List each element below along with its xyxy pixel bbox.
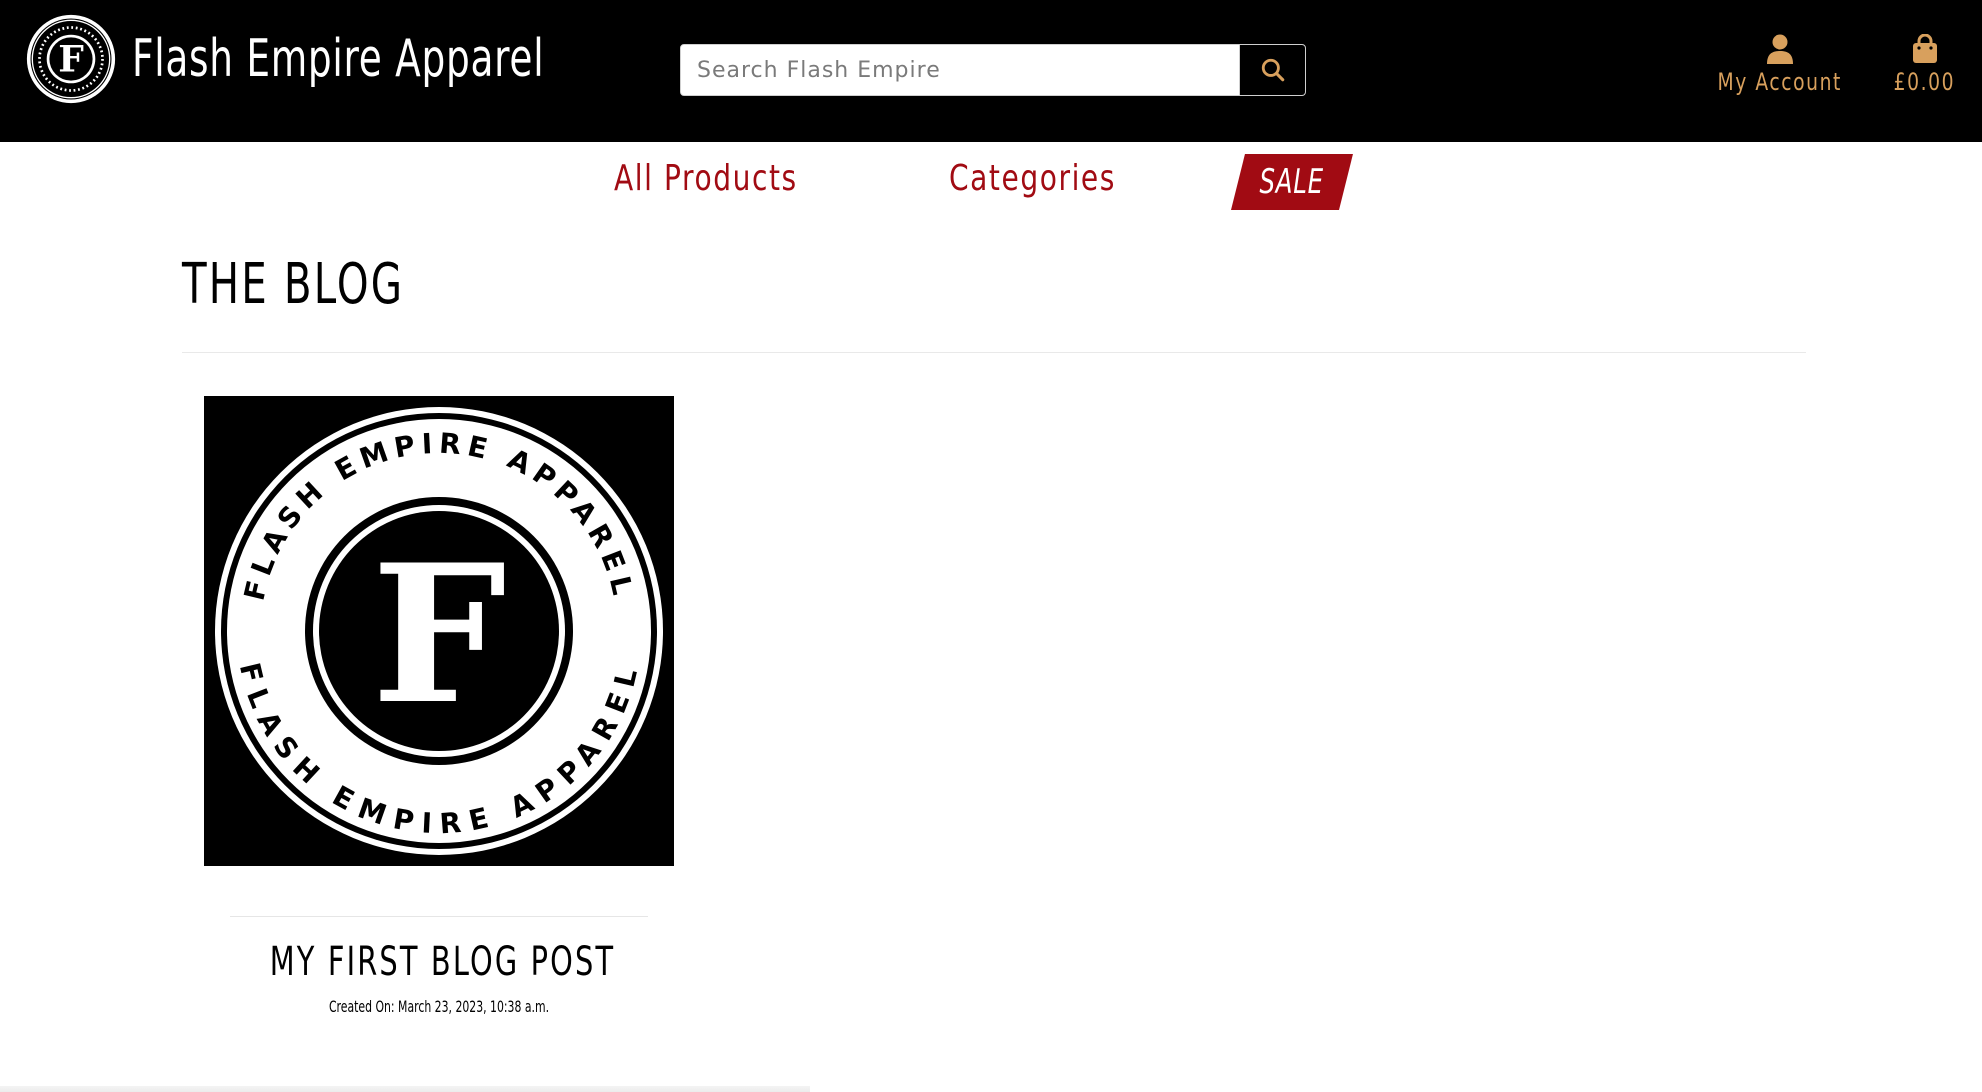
shopping-bag-icon bbox=[1912, 34, 1937, 63]
nav-sale-label: SALE bbox=[1259, 162, 1325, 202]
user-icon bbox=[1766, 34, 1793, 64]
search-input[interactable] bbox=[681, 45, 1239, 95]
blog-post-image-link[interactable]: FLASH EMPIRE APPAREL FLASH EMPIRE APPARE… bbox=[204, 396, 674, 866]
bag-total: £0.00 bbox=[1893, 68, 1956, 96]
blog-post-card: FLASH EMPIRE APPAREL FLASH EMPIRE APPARE… bbox=[204, 396, 674, 1016]
flash-empire-seal-logo-icon: F bbox=[26, 14, 116, 104]
brand-name: Flash Empire Apparel bbox=[132, 29, 545, 89]
main-nav: All Products Categories SALE bbox=[0, 142, 1982, 222]
search-icon bbox=[1261, 58, 1284, 82]
header-actions: My Account £0.00 bbox=[1700, 34, 1964, 96]
nav-sale[interactable]: SALE bbox=[1231, 154, 1353, 210]
flash-empire-apparel-logo-icon: FLASH EMPIRE APPAREL FLASH EMPIRE APPARE… bbox=[204, 396, 674, 866]
svg-text:F: F bbox=[58, 39, 84, 81]
blog-post-title[interactable]: MY FIRST BLOG POST bbox=[270, 939, 613, 985]
search-form bbox=[680, 44, 1306, 96]
my-account-label: My Account bbox=[1717, 68, 1842, 96]
divider bbox=[230, 916, 648, 917]
page-title: THE BLOG bbox=[182, 252, 405, 317]
brand-home-link[interactable]: F Flash Empire Apparel bbox=[26, 14, 705, 104]
my-account-link[interactable]: My Account bbox=[1700, 34, 1859, 96]
shopping-bag-link[interactable]: £0.00 bbox=[1885, 34, 1964, 96]
nav-all-products[interactable]: All Products bbox=[614, 158, 798, 199]
blog-post-date: Created On: March 23, 2023, 10:38 a.m. bbox=[328, 997, 550, 1016]
site-header: F Flash Empire Apparel My Account bbox=[0, 0, 1982, 142]
search-button[interactable] bbox=[1239, 45, 1305, 95]
page-footer-edge bbox=[0, 1086, 810, 1092]
divider bbox=[182, 352, 1806, 353]
nav-categories[interactable]: Categories bbox=[949, 158, 1116, 199]
logo-letter: F bbox=[372, 523, 507, 746]
